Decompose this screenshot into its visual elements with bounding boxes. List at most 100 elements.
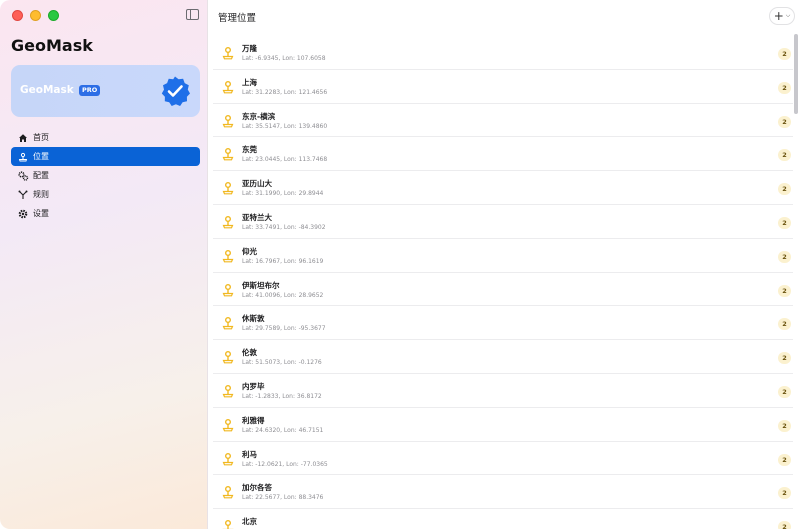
location-name: 东莞 [242,145,257,155]
location-pin-icon [222,351,234,364]
count-badge: 2 [778,521,791,529]
location-row[interactable]: 东莞 Lat: 23.0445, Lon: 113.7468 2 [213,137,793,172]
location-row[interactable]: 北京 2 [213,509,793,529]
sidebar-nav: 首页 位置 配置 规则 设置 [11,128,200,223]
location-row[interactable]: 东京-横滨 Lat: 35.5147, Lon: 139.4860 2 [213,104,793,138]
branch-icon [17,189,29,201]
location-row[interactable]: 休斯敦 Lat: 29.7589, Lon: -95.3677 2 [213,306,793,341]
sidebar-item-label: 位置 [33,152,49,161]
count-badge: 2 [778,149,791,162]
count-badge: 2 [778,48,791,60]
location-pin-icon [222,317,234,330]
pro-card[interactable]: GeoMask PRO [11,65,200,117]
count-badge: 2 [778,453,791,466]
count-badge: 2 [778,385,791,398]
location-row[interactable]: 内罗毕 Lat: -1.2833, Lon: 36.8172 2 [213,374,793,408]
count-badge: 2 [778,352,791,365]
location-coords: Lat: -6.9345, Lon: 107.6058 [242,55,326,62]
count-badge: 2 [778,284,791,297]
location-coords: Lat: 31.1990, Lon: 29.8944 [242,190,324,198]
count-badge: 2 [778,81,791,94]
location-name: 仰光 [242,246,257,256]
sidebar-item-rules[interactable]: 规则 [11,185,200,204]
location-name: 东京-横滨 [242,111,276,121]
gear-icon [17,208,29,220]
location-name: 加尔各答 [242,483,272,493]
count-badge: 2 [778,487,791,500]
location-name: 上海 [242,77,257,87]
location-pin-icon [225,520,231,529]
location-row[interactable]: 利马 Lat: -12.0621, Lon: -77.0365 2 [213,442,793,476]
location-pin-icon [222,80,234,94]
location-row[interactable]: 利雅得 Lat: 24.6320, Lon: 46.7151 2 [213,408,793,442]
location-name: 伊斯坦布尔 [242,280,280,290]
location-pin-icon [222,249,234,263]
chevron-down-icon: ⌵ [785,12,791,19]
location-list: 万隆 Lat: -6.9345, Lon: 107.6058 2 上海 Lat:… [208,36,800,529]
location-coords: Lat: 24.6320, Lon: 46.7151 [242,426,324,434]
location-coords: Lat: 23.0445, Lon: 113.7468 [242,156,328,164]
location-name: 内罗毕 [242,381,265,391]
location-pin-icon [17,151,29,163]
location-coords: Lat: 16.7967, Lon: 96.1619 [242,257,324,265]
sidebar-item-label: 设置 [33,209,49,218]
location-pin-icon [222,148,234,161]
location-pin-icon [222,452,234,465]
location-coords: Lat: -12.0621, Lon: -77.0365 [242,460,328,468]
count-badge: 2 [778,115,791,128]
location-name: 亚特兰大 [242,212,272,222]
location-row[interactable]: 亚特兰大 Lat: 33.7491, Lon: -84.3902 2 [213,205,793,239]
location-coords: Lat: 31.2283, Lon: 121.4656 [242,88,328,96]
window-controls [12,10,59,21]
location-name: 利马 [242,449,257,459]
sidebar-item-config[interactable]: 配置 [11,166,200,185]
location-pin-icon [222,384,234,398]
location-coords: Lat: 29.7589, Lon: -95.3677 [242,325,326,333]
plus-icon: + [773,9,784,23]
location-row[interactable]: 仰光 Lat: 16.7967, Lon: 96.1619 2 [213,239,793,273]
sidebar: GeoMask GeoMask PRO 首页 位置 配置 规则 设置 [0,0,208,529]
minimize-window-button[interactable] [30,10,41,21]
location-pin-icon [222,486,234,499]
sidebar-item-label: 规则 [33,190,49,199]
count-badge: 2 [778,183,791,196]
main-content: 管理位置 + ⌵ 万隆 Lat: -6.9345, Lon: 107.6058 … [208,0,800,529]
location-row[interactable]: 伊斯坦布尔 Lat: 41.0096, Lon: 28.9652 2 [213,273,793,307]
maximize-window-button[interactable] [48,10,59,21]
verified-badge-icon [161,76,190,106]
location-name: 万隆 [242,44,257,53]
location-pin-icon [222,47,234,60]
add-location-button[interactable]: + ⌵ [769,7,795,25]
location-coords: Lat: -1.2833, Lon: 36.8172 [242,392,322,400]
sidebar-item-label: 配置 [33,171,49,180]
close-window-button[interactable] [12,10,23,21]
sidebar-item-location[interactable]: 位置 [11,147,200,166]
location-pin-icon [222,283,234,296]
location-row[interactable]: 上海 Lat: 31.2283, Lon: 121.4656 2 [213,70,793,104]
gears-icon [17,170,29,182]
location-name: 休斯敦 [242,314,265,324]
location-row[interactable]: 万隆 Lat: -6.9345, Lon: 107.6058 2 [213,36,793,70]
location-pin-icon [222,418,234,432]
location-row[interactable]: 加尔各答 Lat: 22.5677, Lon: 88.3476 2 [213,475,793,510]
page-title: 管理位置 [218,13,257,24]
sidebar-item-home[interactable]: 首页 [11,128,200,147]
location-name: 亚历山大 [242,179,272,189]
location-name: 北京 [242,517,257,527]
location-row[interactable]: 伦敦 Lat: 51.5073, Lon: -0.1276 2 [213,340,793,374]
location-pin-icon [222,114,234,127]
location-coords: Lat: 35.5147, Lon: 139.4860 [242,122,328,130]
count-badge: 2 [778,216,791,229]
count-badge: 2 [778,318,791,331]
sidebar-item-settings[interactable]: 设置 [11,204,200,223]
location-name: 利雅得 [242,415,265,425]
location-coords: Lat: 51.5073, Lon: -0.1276 [242,359,322,367]
location-name: 伦敦 [242,348,257,358]
sidebar-item-label: 首页 [33,133,49,142]
sidebar-toggle-icon[interactable] [186,9,199,20]
scrollbar[interactable] [794,34,798,114]
location-pin-icon [222,182,234,195]
count-badge: 2 [778,250,791,263]
location-row[interactable]: 亚历山大 Lat: 31.1990, Lon: 29.8944 2 [213,171,793,205]
location-coords: Lat: 33.7491, Lon: -84.3902 [242,223,326,231]
